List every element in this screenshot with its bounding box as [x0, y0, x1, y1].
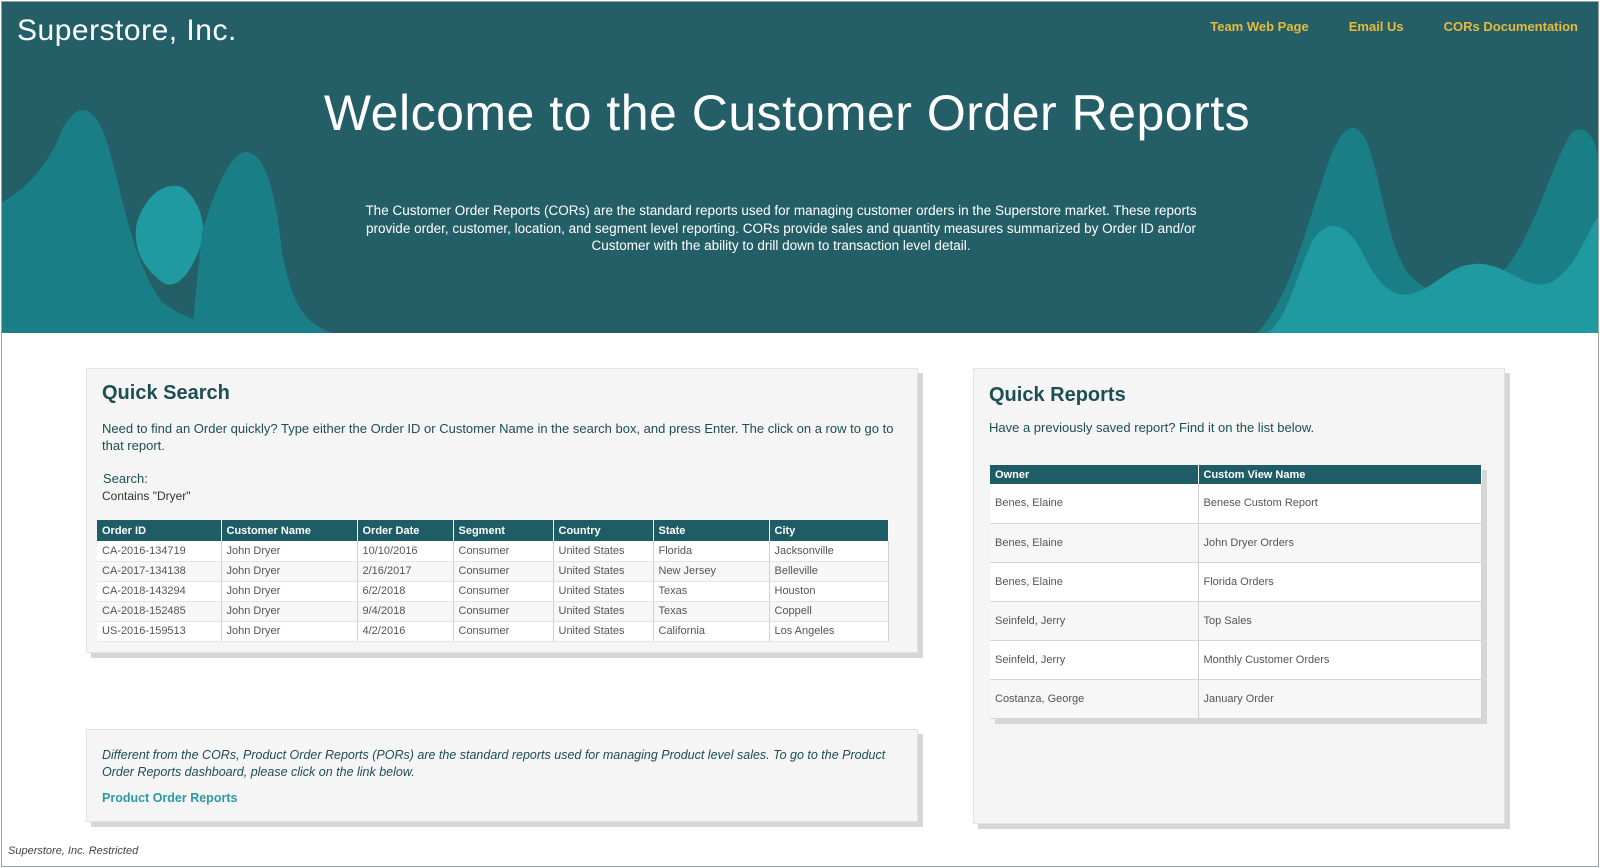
table-cell: United States — [553, 601, 654, 622]
table-row[interactable]: CA-2018-152485 John Dryer 9/4/2018 Consu… — [97, 601, 889, 622]
column-header[interactable]: State — [653, 520, 770, 541]
table-row[interactable]: Costanza, George January Order — [990, 679, 1482, 719]
table-cell: 4/2/2016 — [357, 621, 454, 642]
report-owner: Benes, Elaine — [990, 562, 1199, 602]
table-cell: Belleville — [769, 561, 889, 582]
column-header[interactable]: City — [769, 520, 889, 541]
top-nav: Team Web Page Email Us CORs Documentatio… — [1210, 19, 1578, 34]
table-cell: Consumer — [453, 581, 554, 602]
table-row[interactable]: Benes, Elaine Benese Custom Report — [990, 484, 1482, 524]
table-cell: 2/16/2017 — [357, 561, 454, 582]
table-cell: United States — [553, 561, 654, 582]
quick-search-title: Quick Search — [102, 382, 230, 404]
quick-reports-intro: Have a previously saved report? Find it … — [989, 420, 1315, 435]
report-name: Florida Orders — [1198, 562, 1482, 602]
page-title: Welcome to the Customer Order Reports — [323, 85, 1251, 141]
column-header[interactable]: Customer Name — [221, 520, 358, 541]
table-cell: Coppell — [769, 601, 889, 622]
table-cell: United States — [553, 541, 654, 562]
saved-reports-table: Owner Custom View Name Benes, Elaine Ben… — [990, 465, 1482, 719]
decorative-waves — [2, 110, 1598, 333]
report-owner: Benes, Elaine — [990, 523, 1199, 563]
table-cell: US-2016-159513 — [97, 621, 222, 642]
report-name: John Dryer Orders — [1198, 523, 1482, 563]
table-cell: Florida — [653, 541, 770, 562]
table-row[interactable]: Seinfeld, Jerry Monthly Customer Orders — [990, 640, 1482, 680]
table-cell: Houston — [769, 581, 889, 602]
table-cell: John Dryer — [221, 541, 358, 562]
column-header[interactable]: Order Date — [357, 520, 454, 541]
report-owner: Seinfeld, Jerry — [990, 640, 1199, 680]
table-cell: Texas — [653, 601, 770, 622]
table-row[interactable]: Seinfeld, Jerry Top Sales — [990, 601, 1482, 641]
product-reports-panel: Different from the CORs, Product Order R… — [86, 729, 918, 822]
orders-table: Order ID Customer Name Order Date Segmen… — [97, 520, 889, 642]
table-cell: Jacksonville — [769, 541, 889, 562]
header-banner: Superstore, Inc. Team Web Page Email Us … — [2, 2, 1598, 333]
table-row[interactable]: Benes, Elaine John Dryer Orders — [990, 523, 1482, 563]
table-row[interactable]: US-2016-159513 John Dryer 4/2/2016 Consu… — [97, 621, 889, 642]
report-owner: Seinfeld, Jerry — [990, 601, 1199, 641]
footer-restricted-note: Superstore, Inc. Restricted — [8, 845, 139, 857]
table-cell: 6/2/2018 — [357, 581, 454, 602]
table-cell: Consumer — [453, 621, 554, 642]
table-cell: CA-2016-134719 — [97, 541, 222, 562]
table-cell: California — [653, 621, 770, 642]
search-label: Search: — [103, 471, 148, 486]
product-order-reports-link[interactable]: Product Order Reports — [102, 791, 237, 805]
report-name: January Order — [1198, 679, 1482, 719]
column-header[interactable]: Owner — [990, 465, 1199, 484]
report-name: Benese Custom Report — [1198, 484, 1482, 524]
nav-email-us[interactable]: Email Us — [1349, 19, 1404, 34]
table-cell: United States — [553, 581, 654, 602]
product-reports-note: Different from the CORs, Product Order R… — [102, 748, 886, 779]
table-row[interactable]: CA-2017-134138 John Dryer 2/16/2017 Cons… — [97, 561, 889, 582]
table-cell: 9/4/2018 — [357, 601, 454, 622]
quick-reports-title: Quick Reports — [989, 384, 1126, 406]
table-row[interactable]: CA-2016-134719 John Dryer 10/10/2016 Con… — [97, 541, 889, 562]
quick-search-intro: Need to find an Order quickly? Type eith… — [102, 421, 894, 453]
report-owner: Costanza, George — [990, 679, 1199, 719]
dashboard-frame: Superstore, Inc. Team Web Page Email Us … — [1, 1, 1599, 867]
column-header[interactable]: Order ID — [97, 520, 222, 541]
report-owner: Benes, Elaine — [990, 484, 1199, 524]
table-cell: Consumer — [453, 601, 554, 622]
search-filter-value[interactable]: Contains "Dryer" — [102, 489, 191, 503]
table-cell: CA-2018-152485 — [97, 601, 222, 622]
orders-header-row: Order ID Customer Name Order Date Segmen… — [97, 520, 889, 541]
table-cell: John Dryer — [221, 621, 358, 642]
column-header[interactable]: Custom View Name — [1198, 465, 1482, 484]
column-header[interactable]: Country — [553, 520, 654, 541]
table-cell: Consumer — [453, 541, 554, 562]
quick-reports-panel: Quick Reports Have a previously saved re… — [973, 368, 1505, 824]
table-cell: United States — [553, 621, 654, 642]
report-name: Top Sales — [1198, 601, 1482, 641]
table-cell: CA-2018-143294 — [97, 581, 222, 602]
quick-search-panel: Quick Search Need to find an Order quick… — [86, 368, 918, 653]
table-cell: John Dryer — [221, 561, 358, 582]
table-cell: Los Angeles — [769, 621, 889, 642]
nav-cors-documentation[interactable]: CORs Documentation — [1444, 19, 1578, 34]
table-cell: New Jersey — [653, 561, 770, 582]
table-cell: John Dryer — [221, 581, 358, 602]
column-header[interactable]: Segment — [453, 520, 554, 541]
table-cell: 10/10/2016 — [357, 541, 454, 562]
report-name: Monthly Customer Orders — [1198, 640, 1482, 680]
table-cell: Consumer — [453, 561, 554, 582]
table-cell: John Dryer — [221, 601, 358, 622]
table-row[interactable]: Benes, Elaine Florida Orders — [990, 562, 1482, 602]
brand-name: Superstore, Inc. — [17, 14, 237, 47]
page-description: The Customer Order Reports (CORs) are th… — [365, 203, 1197, 253]
table-cell: Texas — [653, 581, 770, 602]
reports-header-row: Owner Custom View Name — [990, 465, 1482, 484]
nav-team-web-page[interactable]: Team Web Page — [1210, 19, 1309, 34]
table-row[interactable]: CA-2018-143294 John Dryer 6/2/2018 Consu… — [97, 581, 889, 602]
table-cell: CA-2017-134138 — [97, 561, 222, 582]
